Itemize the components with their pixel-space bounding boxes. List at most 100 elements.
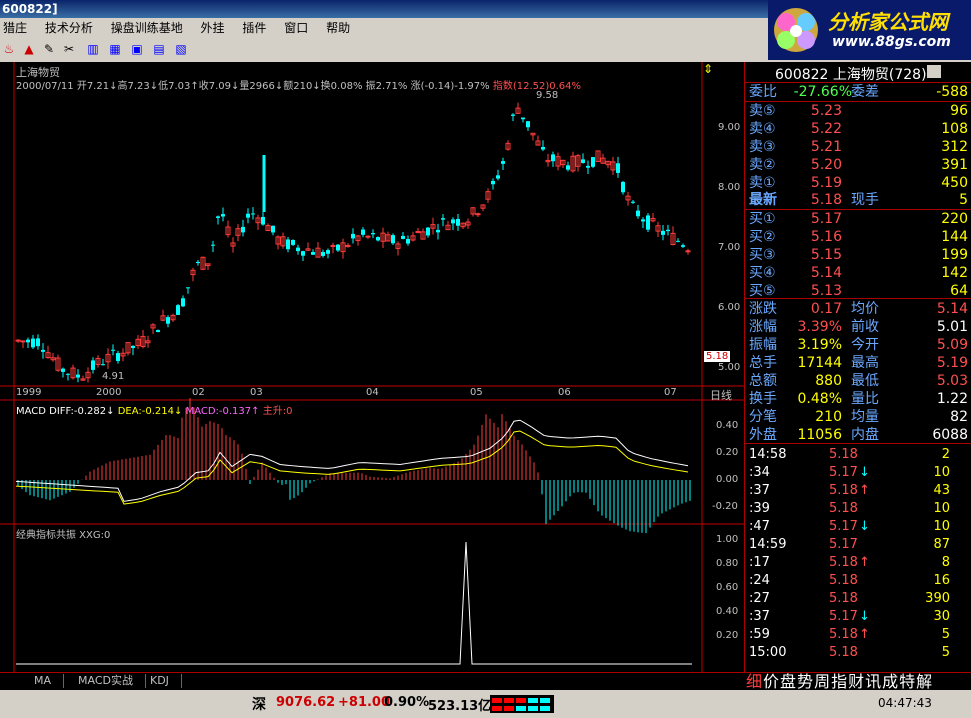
- tick-q: 8: [941, 555, 950, 570]
- tick-a: ↓: [859, 609, 870, 624]
- quote-menu-icon[interactable]: [927, 65, 941, 78]
- bid-row-2-volume: 144: [941, 229, 968, 245]
- period-label[interactable]: 日线: [710, 387, 732, 403]
- anchor-icon[interactable]: ⇕: [703, 62, 713, 76]
- quote-tab-5[interactable]: 指: [831, 672, 848, 691]
- price-tick-6: 6.00: [718, 302, 741, 313]
- stat-row-5-label2: 量比: [851, 391, 879, 407]
- stat-row-0: 涨跌 0.17 均价 5.14: [745, 300, 971, 318]
- stat-row-6-volume: 82: [950, 409, 968, 425]
- stat-row-4-value: 880: [815, 373, 842, 389]
- weicha-value: -588: [936, 84, 968, 100]
- ask-row-3-label: 卖③: [749, 139, 776, 155]
- tick-row: :34 5.17 ↓ 10: [745, 464, 971, 482]
- macd-value: MACD:-0.137↑: [185, 406, 260, 417]
- quote-tab-1[interactable]: 价: [763, 672, 780, 691]
- tick-p: 5.18: [829, 591, 858, 606]
- stat-row-7-volume: 6088: [932, 427, 968, 443]
- stat-row-0-label: 涨跌: [749, 301, 777, 317]
- stat-row-2-volume: 5.09: [936, 337, 968, 353]
- ask-row-1-value: 5.19: [810, 175, 842, 191]
- menu-item-window[interactable]: 窗口: [281, 21, 311, 35]
- menu-item-tech[interactable]: 技术分析: [42, 21, 96, 35]
- layout-1-icon[interactable]: ▥: [84, 41, 102, 58]
- tick-p: 5.17: [829, 465, 858, 480]
- quote-tab-0[interactable]: 细: [746, 672, 763, 691]
- high-price-label: 9.58: [536, 90, 559, 101]
- price-tick-9: 9.00: [718, 122, 741, 133]
- stat-row-3-value: 17144: [797, 355, 842, 371]
- kline-chart[interactable]: [0, 62, 744, 672]
- xxg-tick-100: 1.00: [716, 534, 739, 545]
- ask-row-3: 卖③ 5.21 312: [745, 138, 971, 156]
- x-label-03: 03: [250, 387, 263, 398]
- stat-row-0-value: 0.17: [810, 301, 842, 317]
- menu-item-training[interactable]: 操盘训练基地: [108, 21, 186, 35]
- logo-url: www.88gs.com: [832, 34, 951, 50]
- xxg-header: 经典指标共振 XXG:0: [16, 530, 111, 541]
- bell-icon[interactable]: ▲: [20, 41, 38, 58]
- ask-row-5: 卖⑤ 5.23 96: [745, 102, 971, 120]
- stat-row-7: 外盘 11056 内盘 6088: [745, 426, 971, 444]
- ask-row-2-value: 5.20: [810, 157, 842, 173]
- weibi-label: 委比: [749, 84, 777, 100]
- quote-tab-9[interactable]: 特: [899, 672, 916, 691]
- tab-kdj[interactable]: KDJ: [138, 674, 182, 688]
- draw-tool-icon[interactable]: ✎: [40, 41, 58, 58]
- bid-row-1-value: 5.17: [810, 211, 842, 227]
- tab-macd[interactable]: MACD实战: [66, 674, 146, 688]
- index-change: +81.00: [338, 695, 391, 710]
- stock-name: 上海物贸: [832, 67, 889, 83]
- chart-window-icon[interactable]: ▧: [172, 41, 190, 58]
- tick-t: 14:58: [749, 447, 787, 462]
- tick-q: 30: [933, 609, 950, 624]
- tab-ma[interactable]: MA: [22, 674, 65, 688]
- quote-tab-3[interactable]: 势: [797, 672, 814, 691]
- stock-code: 600822: [775, 67, 829, 83]
- menu-item-help[interactable]: 帮助: [323, 21, 353, 35]
- menu-item-plugin-ext[interactable]: 外挂: [198, 21, 228, 35]
- macd-dea-value: DEA:-0.214↓: [117, 406, 183, 417]
- menu-item-lie[interactable]: 猎庄: [0, 21, 30, 35]
- stat-row-4: 总额 880 最低 5.03: [745, 372, 971, 390]
- quote-tab-10[interactable]: 解: [916, 672, 933, 691]
- tick-row: :39 5.18 10: [745, 500, 971, 518]
- current-price-tag: 5.18: [704, 351, 731, 362]
- low-price-label: 4.91: [102, 371, 125, 382]
- layout-3-icon[interactable]: ▣: [128, 41, 146, 58]
- quote-tab-7[interactable]: 讯: [865, 672, 882, 691]
- ask-row-3-volume: 312: [941, 139, 968, 155]
- macd-diff-value: MACD DIFF:-0.282↓: [16, 406, 115, 417]
- stat-row-0-label2: 均价: [851, 301, 879, 317]
- tick-p: 5.18: [829, 627, 858, 642]
- tools-icon[interactable]: ✂: [60, 41, 78, 58]
- layout-4-icon[interactable]: ▤: [150, 41, 168, 58]
- menu-item-plugin[interactable]: 插件: [239, 21, 269, 35]
- bid-row-2-label: 买②: [749, 229, 776, 245]
- stat-row-6-value: 210: [815, 409, 842, 425]
- quote-tab-2[interactable]: 盘: [780, 672, 797, 691]
- tick-row: :37 5.17 ↓ 30: [745, 608, 971, 626]
- tick-row: :27 5.18 390: [745, 590, 971, 608]
- ask-row-4-value: 5.22: [810, 121, 842, 137]
- clock: 04:47:43: [878, 696, 932, 710]
- quote-tab-6[interactable]: 财: [848, 672, 865, 691]
- tick-row: :59 5.18 ↑ 5: [745, 626, 971, 644]
- bid-row-4: 买④ 5.14 142: [745, 264, 971, 282]
- ask-row-5-volume: 96: [950, 103, 968, 119]
- tick-p: 5.17: [829, 609, 858, 624]
- alarm-icon[interactable]: ♨: [0, 41, 18, 58]
- price-tick-5: 5.00: [718, 362, 741, 373]
- tick-t: :27: [749, 591, 770, 606]
- tick-t: :34: [749, 465, 770, 480]
- layout-2-icon[interactable]: ▦: [106, 41, 124, 58]
- stat-row-5-volume: 1.22: [936, 391, 968, 407]
- bid-row-5-label: 买⑤: [749, 283, 776, 299]
- chart-area[interactable]: 上海物贸 2000/07/11 开7.21↓高7.23↓低7.03↑收7.09↓…: [0, 62, 744, 672]
- bid-row-5-volume: 64: [950, 283, 968, 299]
- quote-tab-8[interactable]: 成: [882, 672, 899, 691]
- ask-row-5-value: 5.23: [810, 103, 842, 119]
- xxg-tick-060: 0.60: [716, 582, 739, 593]
- stat-row-4-label2: 最低: [851, 373, 879, 389]
- quote-tab-4[interactable]: 周: [814, 672, 831, 691]
